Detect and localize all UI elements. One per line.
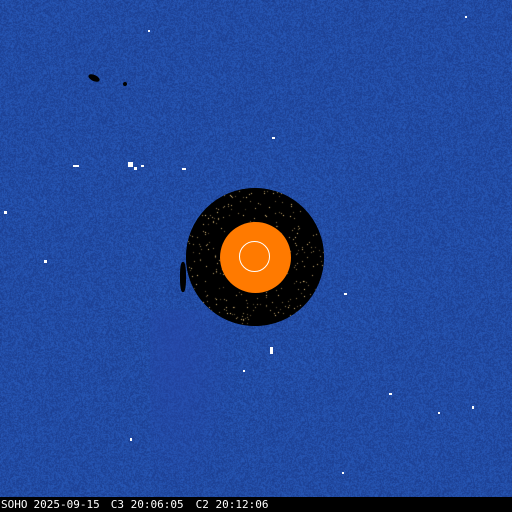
- star-speck: [243, 370, 245, 372]
- c3-timestamp: C3 20:06:05: [110, 498, 184, 511]
- dark-artifact: [123, 82, 127, 86]
- star-speck: [141, 165, 144, 167]
- star-speck: [134, 167, 137, 170]
- star-speck: [182, 168, 186, 170]
- star-speck: [472, 406, 474, 409]
- star-speck: [4, 211, 7, 214]
- coronagraph-image: [0, 0, 512, 497]
- star-speck: [344, 293, 347, 295]
- star-speck: [148, 30, 150, 32]
- observatory-label: SOHO: [1, 498, 28, 511]
- occulter-pylon-shadow: [150, 310, 240, 497]
- star-speck: [73, 165, 79, 167]
- star-speck: [438, 412, 440, 414]
- star-speck: [389, 393, 392, 395]
- solar-limb-circle: [239, 241, 270, 272]
- c2-timestamp: C2 20:12:06: [195, 498, 269, 511]
- star-speck: [272, 137, 275, 139]
- star-speck: [44, 260, 47, 263]
- star-speck: [465, 16, 467, 18]
- star-speck: [270, 347, 273, 354]
- status-bar: SOHO 2025-09-15 C3 20:06:05 C2 20:12:06: [0, 497, 512, 512]
- observation-date: 2025-09-15: [33, 498, 100, 511]
- star-speck: [130, 438, 132, 441]
- star-speck: [342, 472, 344, 474]
- star-speck: [128, 162, 133, 167]
